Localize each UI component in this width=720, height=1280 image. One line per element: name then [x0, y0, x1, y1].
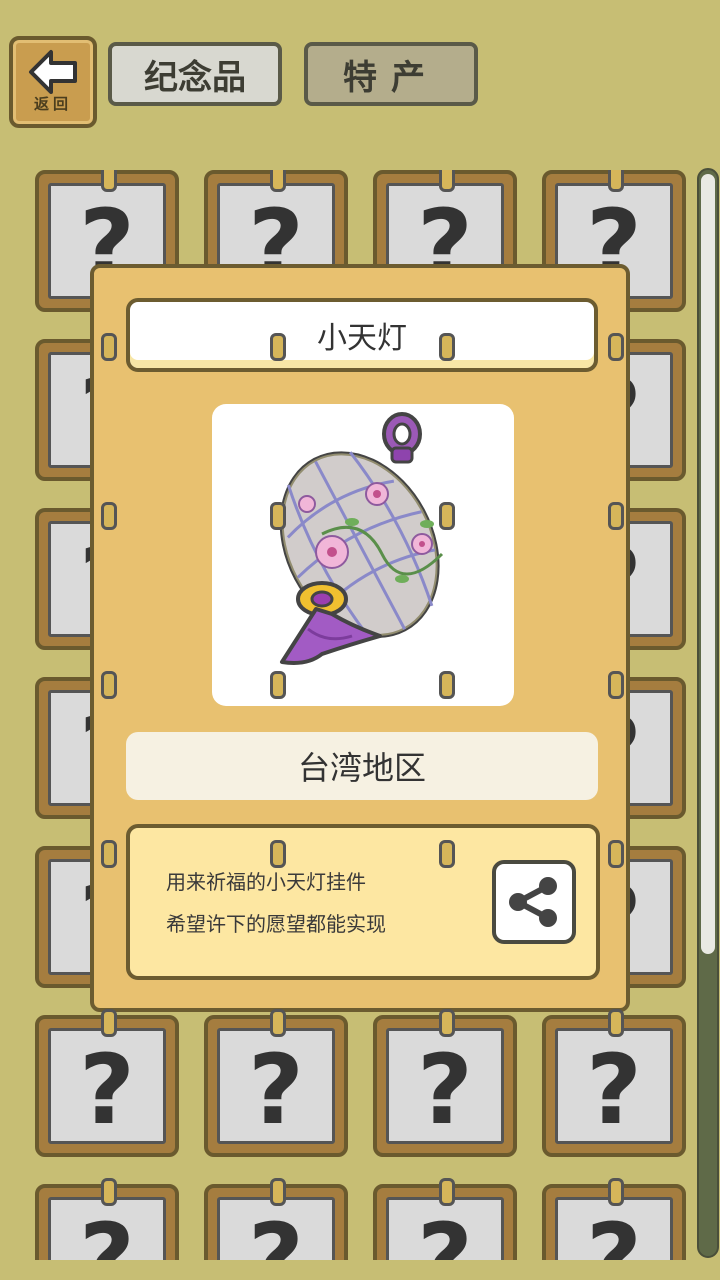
unknown-item-icon: [48, 1028, 166, 1145]
region-label: 台湾地区: [126, 732, 598, 800]
locked-item-card[interactable]: [35, 1178, 179, 1260]
scrollbar[interactable]: [697, 168, 719, 1258]
card-pin-icon: [608, 671, 624, 699]
card-pin-icon: [101, 170, 117, 192]
locked-item-card[interactable]: [373, 1178, 517, 1260]
card-pin-icon: [439, 840, 455, 868]
card-pin-icon: [608, 502, 624, 530]
card-pin-icon: [608, 333, 624, 361]
card-pin-icon: [101, 840, 117, 868]
card-pin-icon: [270, 333, 286, 361]
tab-souvenir[interactable]: 纪念品: [108, 42, 282, 106]
card-pin-icon: [101, 333, 117, 361]
card-pin-icon: [101, 1009, 117, 1037]
share-button[interactable]: [492, 860, 576, 944]
description-line: 希望许下的愿望都能实现: [166, 912, 386, 936]
card-pin-icon: [439, 671, 455, 699]
locked-item-card[interactable]: [373, 1009, 517, 1157]
locked-item-card[interactable]: [204, 1178, 348, 1260]
sky-lantern-icon: [279, 412, 444, 665]
unknown-item-icon: [386, 1028, 504, 1145]
unknown-item-icon: [555, 1028, 673, 1145]
card-pin-icon: [439, 333, 455, 361]
unknown-item-icon: [555, 1197, 673, 1260]
card-pin-icon: [439, 502, 455, 530]
item-image: [212, 404, 514, 706]
card-pin-icon: [101, 671, 117, 699]
locked-item-card[interactable]: [35, 1009, 179, 1157]
locked-item-card[interactable]: [204, 1009, 348, 1157]
card-pin-icon: [270, 1178, 286, 1206]
card-pin-icon: [101, 1178, 117, 1206]
card-pin-icon: [439, 1178, 455, 1206]
card-pin-icon: [270, 502, 286, 530]
locked-item-card[interactable]: [542, 1009, 686, 1157]
card-pin-icon: [608, 170, 624, 192]
share-icon: [509, 877, 557, 927]
card-pin-icon: [608, 840, 624, 868]
unknown-item-icon: [217, 1028, 335, 1145]
locked-item-card[interactable]: [542, 1178, 686, 1260]
back-label: 返回: [33, 95, 72, 113]
card-pin-icon: [270, 671, 286, 699]
card-pin-icon: [101, 502, 117, 530]
card-pin-icon: [270, 1009, 286, 1037]
card-pin-icon: [270, 840, 286, 868]
description-line: 用来祈福的小天灯挂件: [166, 870, 366, 894]
unknown-item-icon: [48, 1197, 166, 1260]
scroll-thumb[interactable]: [701, 174, 715, 954]
card-pin-icon: [608, 1178, 624, 1206]
back-button[interactable]: 返回: [9, 36, 97, 128]
item-detail-popup: 小天灯 台湾地区 用来祈福的小天灯挂件 希望许下的愿望都能实现: [90, 264, 630, 1012]
tab-specialty[interactable]: 特产: [304, 42, 478, 106]
item-name: 小天灯: [126, 298, 598, 372]
unknown-item-icon: [217, 1197, 335, 1260]
card-pin-icon: [439, 170, 455, 192]
card-pin-icon: [270, 170, 286, 192]
unknown-item-icon: [386, 1197, 504, 1260]
card-pin-icon: [608, 1009, 624, 1037]
description-box: 用来祈福的小天灯挂件 希望许下的愿望都能实现: [126, 824, 600, 980]
card-pin-icon: [439, 1009, 455, 1037]
back-arrow-icon: [29, 50, 77, 94]
